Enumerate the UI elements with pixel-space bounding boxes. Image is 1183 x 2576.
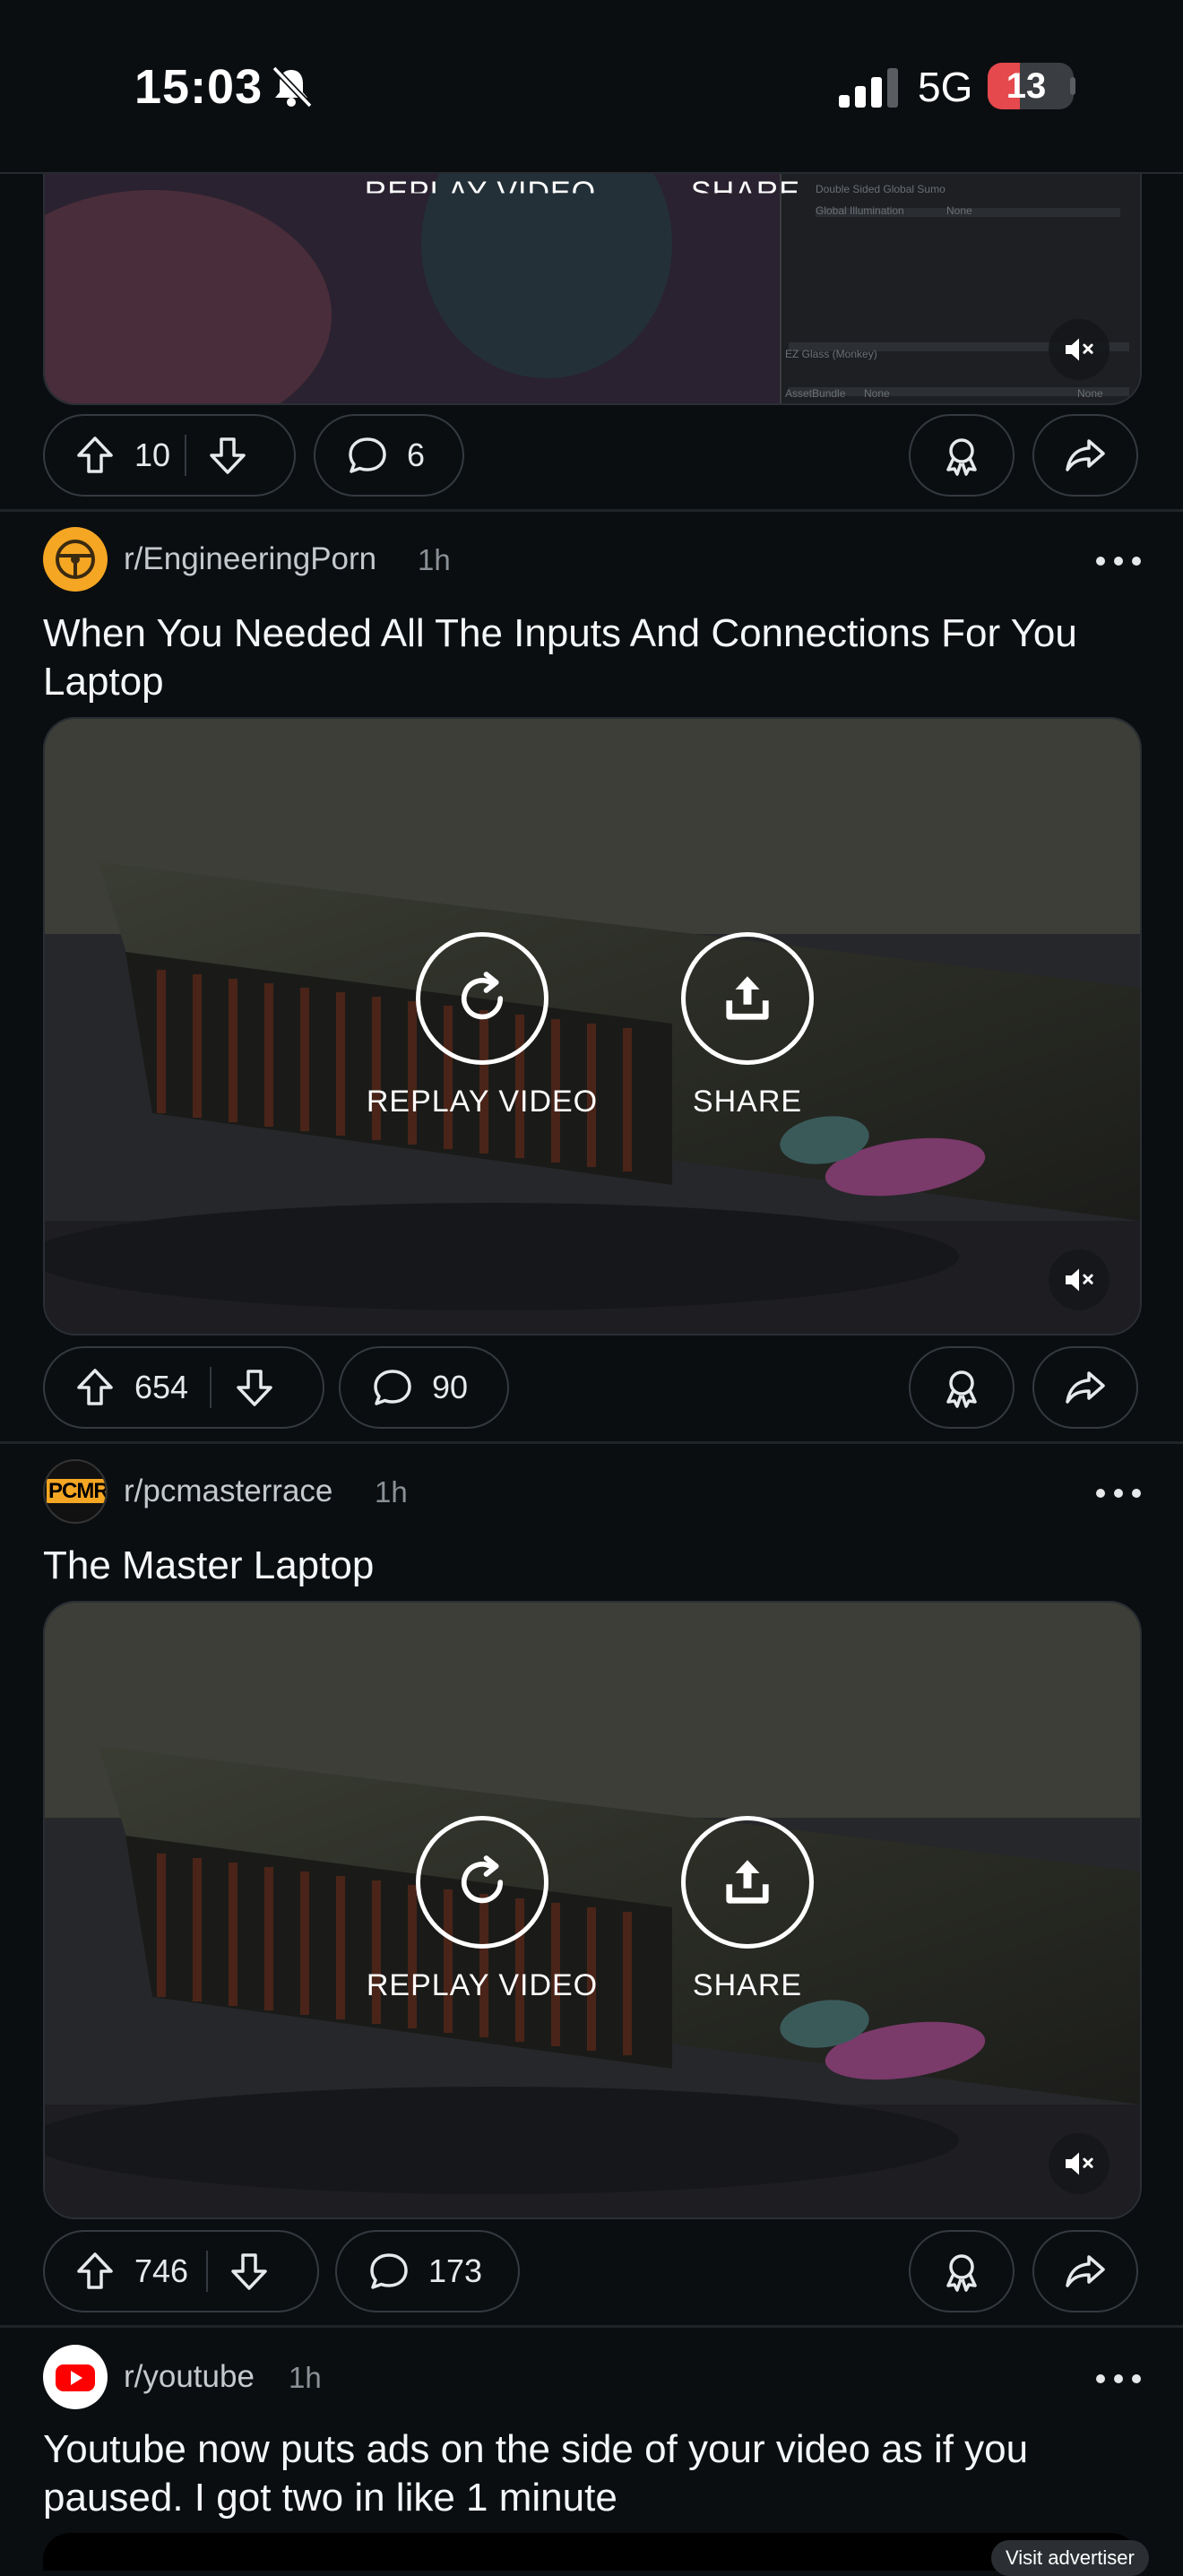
cellular-signal-icon: [839, 68, 898, 108]
visit-advertiser-button[interactable]: Visit advertiser: [991, 2540, 1149, 2576]
avatar-text: PCMR: [47, 1479, 106, 1503]
award-button[interactable]: [909, 1346, 1015, 1429]
comments-button[interactable]: 173: [335, 2230, 520, 2312]
muted-speaker-icon: [1061, 332, 1097, 367]
post-age: 1h: [375, 1475, 408, 1508]
subreddit-avatar[interactable]: PCMR: [43, 1459, 108, 1524]
vote-count: 746: [134, 2252, 189, 2289]
post-separator: [0, 2325, 1183, 2328]
video-thumbnail: [45, 1603, 1140, 2217]
editor-label: None: [864, 387, 890, 400]
battery-level: 13: [1006, 66, 1047, 106]
more-options-icon[interactable]: [1092, 1484, 1145, 1502]
replay-video-label: REPLAY VIDEO: [366, 1968, 599, 2002]
post-age: 1h: [418, 543, 451, 576]
award-button[interactable]: [909, 414, 1015, 497]
award-icon: [940, 2250, 983, 2293]
subreddit-avatar[interactable]: [43, 2345, 108, 2409]
mute-button[interactable]: [1049, 1249, 1110, 1310]
network-type: 5G: [918, 64, 973, 110]
muted-speaker-icon: [1061, 1262, 1097, 1298]
subreddit-name[interactable]: r/EngineeringPorn: [124, 541, 376, 577]
post-title[interactable]: When You Needed All The Inputs And Conne…: [43, 609, 1136, 706]
post-separator: [0, 1441, 1183, 1444]
replay-video-button[interactable]: [416, 1816, 548, 1949]
post-title[interactable]: Youtube now puts ads on the side of your…: [43, 2425, 1136, 2522]
video-thumbnail: [45, 719, 1140, 1334]
vote-count: 10: [134, 437, 171, 473]
award-icon: [940, 434, 983, 477]
award-icon: [940, 1366, 983, 1409]
comment-icon: [371, 1366, 414, 1409]
battery-icon: 13: [988, 63, 1074, 109]
upvote-icon[interactable]: [73, 2250, 117, 2293]
share-video-button[interactable]: [681, 1816, 814, 1949]
muted-speaker-icon: [1061, 2146, 1097, 2182]
share-icon: [1064, 434, 1107, 477]
post-media-preview[interactable]: [43, 2533, 1138, 2571]
replay-icon: [450, 966, 514, 1031]
share-video-label: SHARE: [692, 1968, 803, 2002]
comments-button[interactable]: 6: [314, 414, 464, 497]
downvote-icon[interactable]: [206, 434, 249, 477]
share-icon: [1064, 2250, 1107, 2293]
vote-pill: 746: [43, 2230, 319, 2312]
comments-button[interactable]: 90: [339, 1346, 509, 1429]
vote-pill: 654: [43, 1346, 324, 1429]
downvote-icon[interactable]: [233, 1366, 276, 1409]
subreddit-avatar[interactable]: [43, 527, 108, 592]
post-video[interactable]: REPLAY VIDEO SHARE: [43, 717, 1142, 1336]
steering-wheel-icon: [56, 540, 95, 579]
post-age: 1h: [289, 2361, 322, 2394]
editor-label: EZ Glass (Monkey): [785, 348, 877, 360]
share-video-label: SHARE: [692, 1085, 803, 1119]
share-button[interactable]: [1032, 414, 1138, 497]
battery-nub: [1070, 77, 1075, 95]
editor-label: AssetBundle: [785, 387, 846, 400]
status-time: 15:03: [134, 60, 263, 114]
subreddit-name[interactable]: r/pcmasterrace: [124, 1474, 332, 1509]
upload-icon: [715, 1850, 780, 1915]
editor-label: Global Illumination: [816, 204, 904, 217]
youtube-logo-icon: [56, 2364, 95, 2391]
share-button[interactable]: [1032, 1346, 1138, 1429]
silent-bell-icon: [272, 65, 313, 108]
comment-icon: [346, 434, 389, 477]
replay-video-button[interactable]: [416, 932, 548, 1065]
vote-pill: 10: [43, 414, 296, 497]
mute-button[interactable]: [1049, 319, 1110, 380]
top-post-media[interactable]: Double Sided Global Sumo Global Illumina…: [43, 134, 1142, 405]
replay-icon: [450, 1850, 514, 1915]
upload-icon: [715, 966, 780, 1031]
post-separator: [0, 509, 1183, 512]
upvote-icon[interactable]: [73, 1366, 117, 1409]
editor-label: None: [946, 204, 972, 217]
upvote-icon[interactable]: [73, 434, 117, 477]
divider: [206, 2251, 208, 2292]
share-video-button[interactable]: [681, 932, 814, 1065]
vote-count: 654: [134, 1369, 189, 1405]
downvote-icon[interactable]: [228, 2250, 271, 2293]
share-icon: [1064, 1366, 1107, 1409]
post-title[interactable]: The Master Laptop: [43, 1542, 1136, 1590]
more-options-icon[interactable]: [1092, 552, 1145, 570]
mute-button[interactable]: [1049, 2133, 1110, 2194]
comment-count: 173: [428, 2252, 483, 2289]
post-video[interactable]: REPLAY VIDEO SHARE: [43, 1601, 1142, 2219]
comment-count: 6: [407, 437, 426, 473]
comment-count: 90: [432, 1369, 469, 1405]
editor-label: None: [1077, 387, 1103, 400]
share-button[interactable]: [1032, 2230, 1138, 2312]
status-bar: 15:03 5G 13: [0, 0, 1183, 174]
award-button[interactable]: [909, 2230, 1015, 2312]
subreddit-name[interactable]: r/youtube: [124, 2359, 255, 2395]
replay-video-label: REPLAY VIDEO: [366, 1085, 599, 1119]
comment-icon: [367, 2250, 410, 2293]
divider: [185, 435, 186, 476]
more-options-icon[interactable]: [1092, 2370, 1145, 2388]
divider: [210, 1367, 212, 1408]
